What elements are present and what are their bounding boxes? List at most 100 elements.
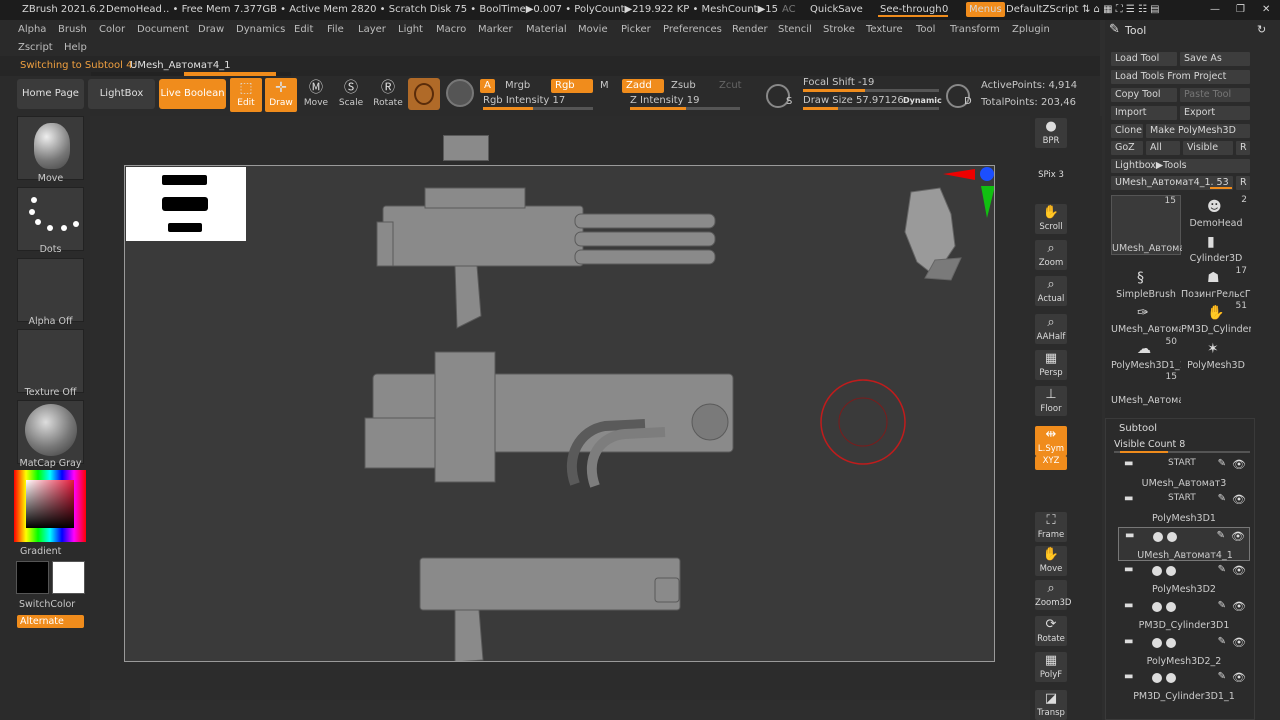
z-intensity-slider[interactable] <box>630 107 740 110</box>
texture-slot[interactable] <box>17 329 84 393</box>
load-from-project-button[interactable]: Load Tools From Project <box>1111 70 1250 84</box>
subtool-row[interactable]: ▬ START ✎ 👁 UMesh_Автомат3 <box>1118 456 1250 490</box>
main-color-swatch[interactable] <box>16 561 49 594</box>
shelf-bpr[interactable]: ● BPR <box>1035 118 1067 148</box>
subtool-toggles[interactable] <box>1153 532 1187 542</box>
edit-icon[interactable]: ✎ <box>1218 564 1226 575</box>
visible-count-label[interactable]: Visible Count 8 <box>1114 439 1185 450</box>
scale-button[interactable]: Ⓢ Scale <box>335 78 367 112</box>
quicksave-button[interactable]: QuickSave <box>810 4 863 15</box>
menu-brush[interactable]: Brush <box>58 24 87 35</box>
subtool-row[interactable]: ▬ ✎ 👁 UMesh_Автомат4_1 <box>1118 527 1250 561</box>
switch-color-button[interactable]: SwitchColor <box>19 599 75 610</box>
zsub-toggle[interactable]: Zsub <box>667 79 700 93</box>
tool-thumb[interactable]: § SimpleBrush <box>1111 266 1181 300</box>
tool-thumb[interactable]: 15 UMesh_Автома <box>1111 195 1182 255</box>
goz-r-button[interactable]: R <box>1236 141 1250 155</box>
shelf-aahalf[interactable]: ⌕ AAHalf <box>1035 314 1067 344</box>
focal-shift-slider[interactable] <box>803 89 939 92</box>
menu-stroke[interactable]: Stroke <box>823 24 855 35</box>
menu-tool[interactable]: Tool <box>916 24 935 35</box>
material-sphere-icon[interactable] <box>446 79 474 107</box>
secondary-color-swatch[interactable] <box>52 561 85 594</box>
zcut-toggle[interactable]: Zcut <box>715 79 746 93</box>
shelf-rotate[interactable]: ⟳ Rotate <box>1035 616 1067 646</box>
seethrough-slider[interactable] <box>878 15 948 17</box>
menu-stencil[interactable]: Stencil <box>778 24 812 35</box>
eye-icon[interactable]: 👁 <box>1231 530 1245 543</box>
eye-icon[interactable]: 👁 <box>1232 636 1246 649</box>
shelf-spix-3[interactable]: SPix 3 <box>1035 170 1067 182</box>
edit-icon[interactable]: ✎ <box>1218 636 1226 647</box>
z-intensity-label[interactable]: Z Intensity 19 <box>630 95 699 106</box>
restore-icon[interactable]: ❐ <box>1236 4 1245 15</box>
sculptris-pro-button[interactable] <box>408 78 440 110</box>
stroke-slot[interactable] <box>17 187 84 251</box>
shelf-scroll[interactable]: ✋ Scroll <box>1035 204 1067 234</box>
menu-movie[interactable]: Movie <box>578 24 608 35</box>
shelf-zoom3d[interactable]: ⌕ Zoom3D <box>1035 580 1071 610</box>
m-toggle[interactable]: M <box>596 79 613 93</box>
rgb-intensity-label[interactable]: Rgb Intensity 17 <box>483 95 565 106</box>
eye-icon[interactable]: 👁 <box>1232 600 1246 613</box>
load-tool-button[interactable]: Load Tool <box>1111 52 1177 66</box>
color-square[interactable] <box>26 480 74 528</box>
menu-light[interactable]: Light <box>398 24 423 35</box>
menu-document[interactable]: Document <box>137 24 189 35</box>
subtool-toggles[interactable] <box>1152 602 1186 612</box>
edit-icon[interactable]: ✎ <box>1218 600 1226 611</box>
subtool-toggles[interactable] <box>1152 566 1186 576</box>
close-icon[interactable]: ✕ <box>1262 4 1270 15</box>
menu-alpha[interactable]: Alpha <box>18 24 46 35</box>
menu-render[interactable]: Render <box>732 24 768 35</box>
eye-icon[interactable]: 👁 <box>1232 493 1246 506</box>
tool-thumb[interactable]: 2 ☻ DemoHead <box>1181 195 1251 229</box>
menu-transform[interactable]: Transform <box>950 24 1000 35</box>
home-page-button[interactable]: Home Page <box>17 79 84 109</box>
menus-button[interactable]: Menus <box>966 2 1005 17</box>
tool-thumb[interactable]: 15 UMesh_Автома <box>1111 372 1181 406</box>
shelf-floor[interactable]: ⊥ Floor <box>1035 386 1067 416</box>
lightbox-button[interactable]: LightBox <box>88 79 155 109</box>
menu-material[interactable]: Material <box>526 24 567 35</box>
rgb-intensity-slider[interactable] <box>483 107 593 110</box>
tool-thumb[interactable]: ▮ Cylinder3D <box>1181 230 1251 264</box>
menu-draw[interactable]: Draw <box>198 24 224 35</box>
copy-tool-button[interactable]: Copy Tool <box>1111 88 1177 102</box>
save-as-button[interactable]: Save As <box>1180 52 1250 66</box>
tool-thumb[interactable]: 17 ☗ ПозингРельсГа <box>1181 266 1251 300</box>
menu-zscript[interactable]: Zscript <box>18 42 53 53</box>
rotate-button[interactable]: Ⓡ Rotate <box>372 78 404 112</box>
shelf-move[interactable]: ✋ Move <box>1035 546 1067 576</box>
eye-icon[interactable]: 👁 <box>1232 458 1246 471</box>
make-polymesh-button[interactable]: Make PolyMesh3D <box>1146 124 1250 138</box>
gradient-label[interactable]: Gradient <box>20 546 61 557</box>
subtool-row[interactable]: ▬ ✎ 👁 PolyMesh3D2 <box>1118 562 1250 596</box>
subtool-toggles[interactable] <box>1152 638 1186 648</box>
edit-button[interactable]: ⬚ Edit <box>230 78 262 112</box>
eye-icon[interactable]: 👁 <box>1232 564 1246 577</box>
clone-button[interactable]: Clone <box>1111 124 1143 138</box>
seethrough-label[interactable]: See-through <box>880 4 942 15</box>
draw-size-label[interactable]: Draw Size 57.97126 <box>803 95 904 106</box>
zadd-toggle[interactable]: Zadd <box>622 79 664 93</box>
edit-icon[interactable]: ✎ <box>1218 671 1226 682</box>
tool-thumb[interactable]: ✶ PolyMesh3D <box>1181 337 1251 371</box>
alternate-button[interactable]: Alternate <box>17 615 84 628</box>
current-tool-r-button[interactable]: R <box>1236 176 1250 190</box>
menu-texture[interactable]: Texture <box>866 24 903 35</box>
mrgb-toggle[interactable]: Mrgb <box>501 79 534 93</box>
edit-icon[interactable]: ✎ <box>1217 530 1225 541</box>
menu-marker[interactable]: Marker <box>478 24 513 35</box>
shelf-zoom[interactable]: ⌕ Zoom <box>1035 240 1067 270</box>
goz-button[interactable]: GoZ <box>1111 141 1143 155</box>
refresh-icon[interactable]: ↻ <box>1257 23 1266 36</box>
tool-thumb[interactable]: 51 ✋ PM3D_Cylinder: <box>1181 301 1251 335</box>
tool-panel-title[interactable]: Tool <box>1125 24 1146 37</box>
shelf-actual[interactable]: ⌕ Actual <box>1035 276 1067 306</box>
eye-icon[interactable]: 👁 <box>1232 671 1246 684</box>
subtool-toggles[interactable] <box>1152 673 1186 683</box>
subtool-row[interactable]: ▬ ✎ 👁 PM3D_Cylinder3D1 <box>1118 598 1250 632</box>
menu-edit[interactable]: Edit <box>294 24 313 35</box>
draw-size-slider[interactable] <box>803 107 939 110</box>
